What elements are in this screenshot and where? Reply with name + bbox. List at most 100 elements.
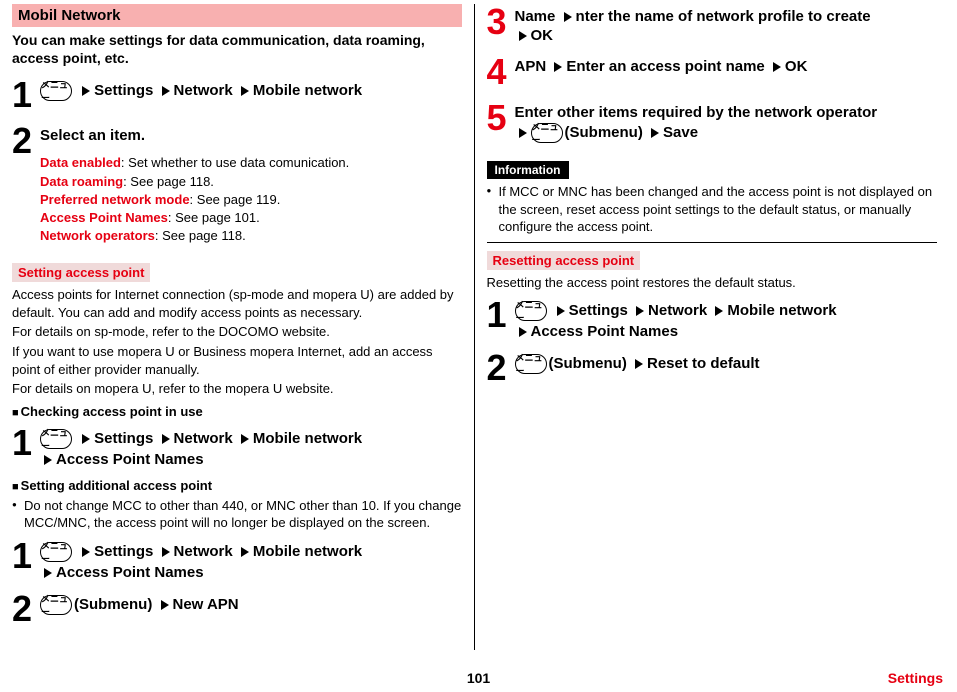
nav-settings: Settings — [94, 82, 153, 99]
step-5: 5 Enter other items required by the netw… — [487, 100, 938, 143]
info-body: If MCC or MNC has been changed and the a… — [487, 183, 938, 236]
page-number: 101 — [467, 670, 490, 686]
body-text: For details on sp-mode, refer to the DOC… — [12, 323, 462, 341]
term-data-roaming: Data roaming — [40, 174, 123, 189]
information-header: Information — [487, 161, 569, 179]
nav: Network — [174, 543, 233, 560]
step-number: 1 — [12, 77, 40, 113]
arrow-icon — [773, 62, 781, 72]
add-step-2: 2 メニュー(Submenu) New APN — [12, 591, 462, 627]
arrow-icon — [241, 547, 249, 557]
arrow-icon — [162, 547, 170, 557]
intro-text: You can make settings for data communica… — [12, 31, 462, 67]
desc: : Set whether to use data comunication. — [121, 155, 349, 170]
submenu-label: (Submenu) — [549, 355, 627, 372]
arrow-icon — [241, 434, 249, 444]
arrow-icon — [44, 568, 52, 578]
setting-additional-ap-title: ■Setting additional access point — [12, 478, 462, 493]
nav: Network — [174, 430, 233, 447]
nav: Access Point Names — [531, 323, 679, 340]
arrow-icon — [82, 434, 90, 444]
step-number: 1 — [487, 297, 515, 340]
nav: APN — [515, 58, 547, 75]
nav: Save — [663, 124, 698, 141]
nav: Mobile network — [253, 430, 362, 447]
step-number: 2 — [487, 350, 515, 386]
step-number: 2 — [12, 591, 40, 627]
body-text: For details on mopera U, refer to the mo… — [12, 380, 462, 398]
nav: OK — [785, 58, 808, 75]
desc: : See page 101. — [168, 210, 260, 225]
nav-mobile-network: Mobile network — [253, 82, 362, 99]
nav: Settings — [94, 430, 153, 447]
body-text: If you want to use mopera U or Business … — [12, 343, 462, 378]
term-preferred-mode: Preferred network mode — [40, 192, 190, 207]
check-step-1: 1 メニュー Settings Network Mobile network A… — [12, 425, 462, 468]
arrow-icon — [162, 86, 170, 96]
arrow-icon — [519, 31, 527, 41]
step-number: 1 — [12, 425, 40, 468]
menu-icon: メニュー — [40, 81, 72, 101]
page-footer: 101 Settings — [0, 670, 957, 686]
step-4: 4 APN Enter an access point name OK — [487, 54, 938, 90]
arrow-icon — [82, 547, 90, 557]
step-number: 5 — [487, 100, 515, 143]
submenu-label: (Submenu) — [74, 596, 152, 613]
right-column: 3 Name nter the name of network profile … — [475, 4, 950, 650]
step-3: 3 Name nter the name of network profile … — [487, 4, 938, 44]
arrow-icon — [241, 86, 249, 96]
arrow-icon — [557, 306, 565, 316]
nav: OK — [531, 27, 554, 44]
arrow-icon — [635, 359, 643, 369]
menu-icon: メニュー — [515, 354, 547, 374]
arrow-icon — [636, 306, 644, 316]
nav: nter the name of network profile to crea… — [576, 8, 871, 25]
setting-access-point-header: Setting access point — [12, 263, 150, 282]
term-data-enabled: Data enabled — [40, 155, 121, 170]
nav-network: Network — [174, 82, 233, 99]
menu-icon: メニュー — [531, 123, 563, 143]
left-column: Mobil Network You can make settings for … — [0, 4, 475, 650]
mcc-warning: Do not change MCC to other than 440, or … — [12, 497, 462, 532]
section-label: Settings — [888, 670, 943, 686]
term-apn: Access Point Names — [40, 210, 168, 225]
nav: Enter other items required by the networ… — [515, 104, 878, 121]
step-number: 3 — [487, 4, 515, 44]
body-text: Resetting the access point restores the … — [487, 274, 938, 292]
arrow-icon — [44, 455, 52, 465]
step-number: 2 — [12, 123, 40, 245]
body-text: Access points for Internet connection (s… — [12, 286, 462, 321]
arrow-icon — [161, 600, 169, 610]
menu-icon: メニュー — [515, 301, 547, 321]
arrow-icon — [519, 327, 527, 337]
menu-icon: メニュー — [40, 429, 72, 449]
nav: Mobile network — [727, 302, 836, 319]
mobil-network-header: Mobil Network — [12, 4, 462, 27]
step-number: 1 — [12, 538, 40, 581]
nav: Access Point Names — [56, 451, 204, 468]
menu-icon: メニュー — [40, 595, 72, 615]
desc: : See page 119. — [190, 192, 281, 207]
checking-ap-title: ■Checking access point in use — [12, 404, 462, 419]
menu-icon: メニュー — [40, 542, 72, 562]
add-step-1: 1 メニュー Settings Network Mobile network A… — [12, 538, 462, 581]
step-1: 1 メニュー Settings Network Mobile network — [12, 77, 462, 113]
nav: Settings — [94, 543, 153, 560]
nav: Enter an access point name — [566, 58, 764, 75]
arrow-icon — [162, 434, 170, 444]
arrow-icon — [519, 128, 527, 138]
step-number: 4 — [487, 54, 515, 90]
nav: New APN — [173, 596, 239, 613]
resetting-ap-header: Resetting access point — [487, 251, 641, 270]
step2-title: Select an item. — [40, 127, 145, 144]
nav: Network — [648, 302, 707, 319]
arrow-icon — [82, 86, 90, 96]
desc: : See page 118. — [123, 174, 214, 189]
desc: : See page 118. — [155, 228, 246, 243]
arrow-icon — [715, 306, 723, 316]
reset-step-1: 1 メニュー Settings Network Mobile network A… — [487, 297, 938, 340]
term-operators: Network operators — [40, 228, 155, 243]
arrow-icon — [564, 12, 572, 22]
arrow-icon — [554, 62, 562, 72]
nav: Reset to default — [647, 355, 760, 372]
